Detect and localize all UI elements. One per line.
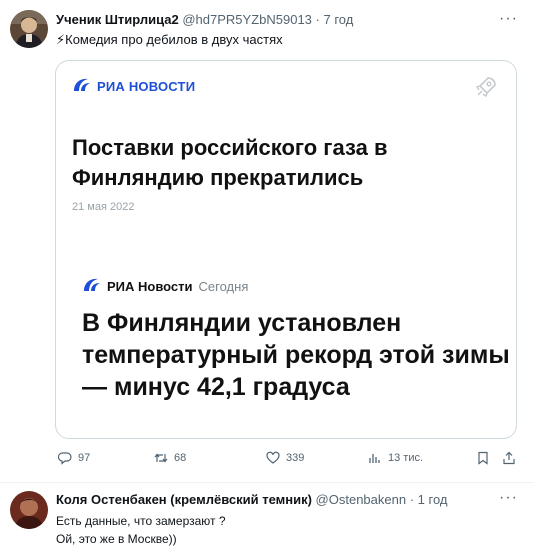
author-handle[interactable]: @Ostenbakenn: [316, 492, 407, 507]
bookmark-button[interactable]: [476, 448, 496, 468]
ria-logo-icon: [74, 78, 90, 91]
avatar[interactable]: [10, 491, 48, 529]
views-count: 13 тис.: [388, 452, 424, 464]
tweet-time[interactable]: · 7 год: [316, 12, 354, 27]
retweet-icon: [154, 453, 168, 463]
headline-date: 21 мая 2022: [72, 201, 135, 210]
author-handle[interactable]: @hd7PR5YZbN59013: [182, 12, 312, 27]
reply-icon: [58, 452, 72, 465]
rocket-icon: [475, 77, 496, 98]
retweet-button[interactable]: 68: [154, 448, 186, 468]
tweet-actions: 97 68 339 13 тис.: [58, 448, 518, 468]
reply-line: Есть данные, что замерзают ?: [56, 514, 226, 528]
share-icon: [503, 451, 515, 465]
more-options-icon[interactable]: ···: [499, 10, 518, 28]
reply-time[interactable]: · 1 год: [410, 492, 448, 507]
retweet-count: 68: [174, 452, 187, 464]
tweet-media-card[interactable]: РИА НОВОСТИ Поставки российского газа в …: [55, 60, 517, 439]
author-name[interactable]: Ученик Штирлица2: [56, 12, 179, 27]
views-icon: [369, 454, 380, 463]
reply-button[interactable]: 97: [58, 448, 90, 468]
ria-source-line: РИА Новости Сегодня: [82, 277, 248, 295]
ria-source-time: Сегодня: [198, 278, 249, 294]
reply-count: 97: [78, 452, 91, 464]
tweet-header: Ученик Штирлица2 @hd7PR5YZbN59013 · 7 го…: [56, 12, 353, 27]
more-options-icon[interactable]: ···: [499, 489, 518, 507]
share-button[interactable]: [502, 448, 522, 468]
ria-source-name: РИА Новости: [107, 278, 193, 294]
headline-gas: Поставки российского газа в Финляндию пр…: [72, 135, 388, 190]
author-name[interactable]: Коля Остенбакен (кремлёвский темник): [56, 492, 312, 507]
views-button[interactable]: 13 тис.: [368, 448, 423, 468]
bookmark-icon: [478, 451, 488, 465]
ria-header: РИА НОВОСТИ: [72, 77, 195, 95]
reply-header: Коля Остенбакен (кремлёвский темник) @Os…: [56, 492, 447, 507]
avatar[interactable]: [10, 10, 48, 48]
reply-tweet[interactable]: Коля Остенбакен (кремлёвский темник) @Os…: [0, 483, 534, 550]
headline-temperature: В Финляндии установлен температурный рек…: [82, 309, 510, 401]
like-icon: [266, 451, 280, 464]
reply-line: Ой, это же в Москве)): [56, 532, 177, 546]
ria-logo-icon: [84, 278, 100, 291]
tweet[interactable]: Ученик Штирлица2 @hd7PR5YZbN59013 · 7 го…: [0, 0, 534, 483]
tweet-text: ⚡Комедия про дебилов в двух частях: [56, 32, 283, 47]
ria-brand: РИА НОВОСТИ: [97, 78, 196, 94]
like-count: 339: [286, 452, 305, 464]
reply-text: Есть данные, что замерзают ? Ой, это же …: [56, 512, 226, 548]
like-button[interactable]: 339: [266, 448, 304, 468]
